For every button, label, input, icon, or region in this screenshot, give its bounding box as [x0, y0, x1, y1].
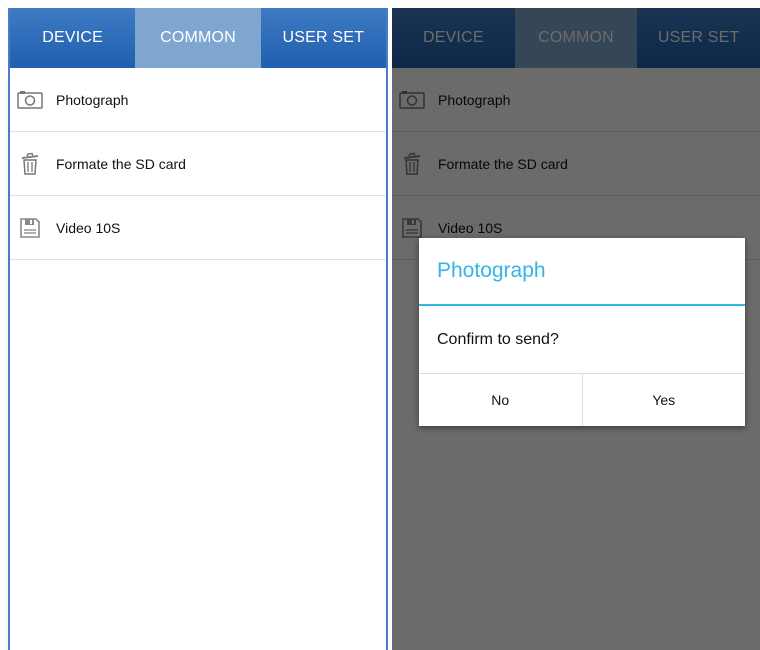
- dialog-title: Photograph: [419, 238, 745, 306]
- list-item-label: Formate the SD card: [56, 155, 186, 172]
- list-item-label: Video 10S: [56, 219, 121, 236]
- tab-common[interactable]: COMMON: [135, 8, 261, 68]
- floppy-disk-icon: [16, 216, 44, 240]
- tab-user-set[interactable]: USER SET: [261, 8, 386, 68]
- command-list: Photograph Formate the SD card Video 10S: [10, 68, 386, 260]
- yes-button[interactable]: Yes: [581, 374, 746, 426]
- list-item-label: Photograph: [56, 91, 129, 108]
- camera-icon: [16, 88, 44, 112]
- trash-icon: [16, 152, 44, 176]
- dialog-message: Confirm to send?: [419, 306, 745, 374]
- screen-confirm-dialog: DEVICE COMMON USER SET Photograph Format…: [392, 8, 760, 650]
- dialog-button-row: No Yes: [419, 374, 745, 426]
- screen-common-list: DEVICE COMMON USER SET Photograph Format…: [8, 8, 388, 650]
- list-item-photograph[interactable]: Photograph: [10, 68, 386, 132]
- no-button[interactable]: No: [419, 374, 582, 426]
- tab-device[interactable]: DEVICE: [10, 8, 135, 68]
- list-item-format-sd[interactable]: Formate the SD card: [10, 132, 386, 196]
- list-item-video-10s[interactable]: Video 10S: [10, 196, 386, 260]
- confirm-dialog: Photograph Confirm to send? No Yes: [419, 238, 745, 426]
- tab-bar: DEVICE COMMON USER SET: [10, 8, 386, 68]
